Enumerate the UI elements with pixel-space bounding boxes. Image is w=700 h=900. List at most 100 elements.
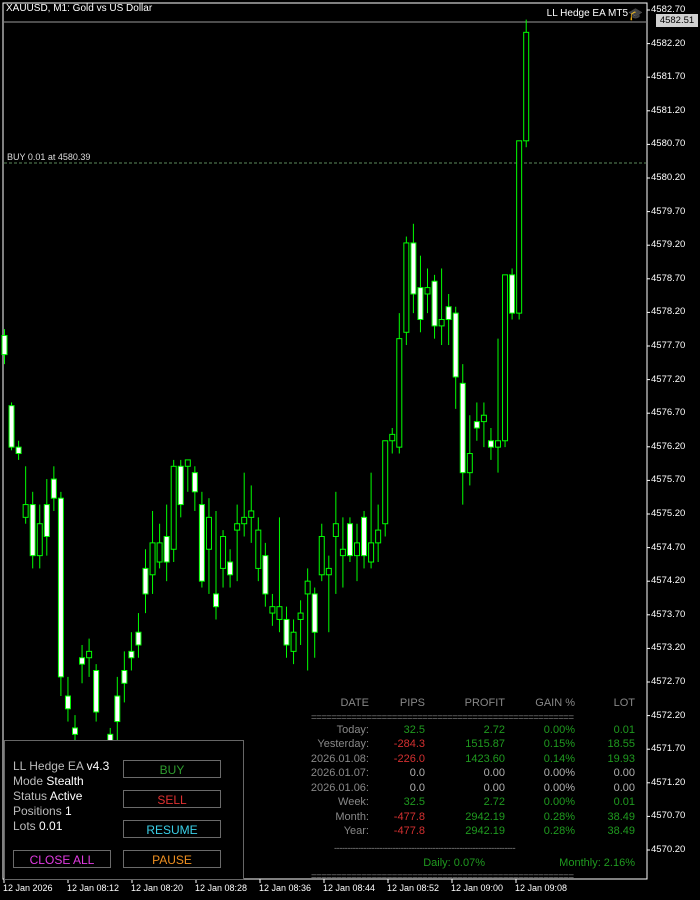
stats-date: Today:: [336, 723, 369, 736]
pause-button[interactable]: PAUSE: [123, 850, 221, 868]
candle-body: [8, 405, 15, 448]
candle-body: [156, 542, 163, 563]
price-axis-label: 4570.70: [651, 810, 686, 822]
stats-gain: 0.14%: [543, 752, 575, 765]
time-axis-label: 12 Jan 08:20: [131, 883, 184, 893]
candle-body: [50, 478, 57, 499]
stats-row: 2026.01.07: 0.0 0.00 0.00% 0.00: [306, 767, 638, 782]
candle-body: [403, 242, 410, 333]
candle-body: [36, 523, 43, 557]
ea-label: LL Hedge EA MT5: [546, 8, 628, 19]
time-axis-label: 12 Jan 08:36: [259, 883, 312, 893]
price-axis-label: 4571.20: [651, 776, 686, 788]
candle-body: [15, 446, 22, 455]
buy-order-label: BUY 0.01 at 4580.39: [7, 152, 91, 162]
stats-row: 2026.01.06: 0.0 0.00 0.00% 0.00: [306, 782, 638, 797]
header-date: DATE: [340, 697, 369, 709]
price-axis-label: 4580.70: [651, 138, 686, 150]
sell-button[interactable]: SELL: [123, 790, 221, 808]
stats-date: 2026.01.08:: [310, 752, 369, 765]
close-all-button[interactable]: CLOSE ALL: [13, 850, 111, 868]
candle-body: [262, 555, 269, 595]
time-axis-label: 12 Jan 2026: [3, 883, 53, 893]
candle-body: [417, 287, 424, 321]
candle-body: [177, 465, 184, 506]
price-axis-label: 4575.20: [651, 508, 686, 519]
stats-lot: 38.49: [607, 825, 635, 837]
candle-body: [459, 382, 466, 474]
candle-body: [22, 504, 29, 518]
candle-body: [516, 140, 523, 314]
candle-body: [332, 523, 339, 537]
stats-pips: 32.5: [403, 796, 425, 808]
mode-label: Mode: [13, 774, 44, 788]
candle-body: [509, 274, 516, 314]
candle-body: [283, 618, 290, 646]
stats-date: 2026.01.06:: [310, 781, 369, 794]
candle-body: [1, 334, 8, 356]
candle-body: [495, 440, 501, 448]
stats-pips: -284.3: [393, 738, 425, 750]
price-axis-label: 4580.20: [651, 172, 686, 183]
buy-button[interactable]: BUY: [123, 760, 221, 778]
stats-lot: 38.49: [607, 810, 635, 823]
stats-bottom-separator: ========================================…: [311, 871, 574, 882]
stats-row: Week: 32.5 2.72 0.00% 0.01: [306, 796, 638, 811]
candle-body: [29, 504, 36, 557]
stats-header: DATE PIPS PROFIT GAIN % LOT: [306, 697, 638, 712]
price-axis-label: 4572.20: [651, 709, 686, 721]
stats-separator: ========================================…: [311, 711, 574, 723]
stats-lot: 18.55: [607, 738, 635, 750]
ea-name-row: LL Hedge EA v4.3: [13, 759, 109, 773]
stats-date: Month:: [335, 810, 369, 823]
candle-body: [135, 631, 142, 646]
price-axis-label: 4578.20: [651, 306, 686, 318]
stats-row: Today: 32.5 2.72 0.00% 0.01: [306, 724, 638, 739]
stats-lot: 0.00: [613, 781, 635, 794]
candle-body: [43, 504, 50, 537]
stats-dash-separator: ----------------------------------------…: [334, 842, 516, 854]
candle-body: [389, 433, 396, 442]
header-profit: PROFIT: [464, 697, 505, 709]
stats-date: Year:: [343, 825, 369, 837]
candle-body: [382, 440, 389, 525]
resume-button[interactable]: RESUME: [123, 820, 221, 838]
stats-gain: 0.00%: [543, 781, 575, 794]
time-axis-label: 12 Jan 08:52: [387, 883, 440, 893]
candle-body: [487, 440, 494, 448]
graduation-cap-icon: 🎓: [628, 7, 643, 21]
price-axis-label: 4574.20: [651, 575, 686, 587]
stats-gain: 0.15%: [543, 738, 575, 750]
candle-body: [234, 523, 241, 531]
price-axis-label: 4578.70: [651, 272, 686, 284]
time-axis-label: 12 Jan 09:08: [515, 883, 568, 893]
candle-body: [445, 306, 452, 321]
time-axis-label: 12 Jan 09:00: [451, 883, 504, 893]
header-pips: PIPS: [399, 697, 425, 709]
status-label: Status: [13, 789, 48, 803]
lots-value: 0.01: [39, 819, 63, 833]
daily-gain: Daily: 0.07%: [423, 856, 485, 869]
stats-gain: 0.28%: [543, 810, 575, 823]
time-axis-label: 12 Jan 08:28: [195, 883, 248, 893]
candle-body: [297, 612, 304, 620]
candle-body: [205, 516, 212, 550]
price-axis-label: 4579.20: [651, 239, 686, 251]
candle-body: [396, 338, 403, 448]
price-axis-label: 4574.70: [651, 541, 686, 553]
mode-value: Stealth: [46, 774, 84, 788]
stats-row: Month: -477.8 2942.19 0.28% 38.49: [306, 811, 638, 826]
stats-profit: 1423.60: [465, 752, 505, 765]
ea-name: LL Hedge EA: [13, 759, 84, 773]
candle-body: [241, 516, 248, 525]
candle-body: [114, 695, 121, 723]
stats-profit: 2.72: [483, 723, 505, 736]
candle-body: [227, 561, 234, 576]
time-axis-label: 12 Jan 08:44: [323, 883, 376, 893]
stats-pips: -477.8: [393, 810, 425, 823]
candle-body: [128, 650, 135, 659]
stats-lot: 0.00: [613, 767, 635, 779]
candle-body: [339, 548, 346, 557]
candle-body: [424, 287, 431, 295]
price-axis-label: 4582.20: [651, 37, 686, 49]
